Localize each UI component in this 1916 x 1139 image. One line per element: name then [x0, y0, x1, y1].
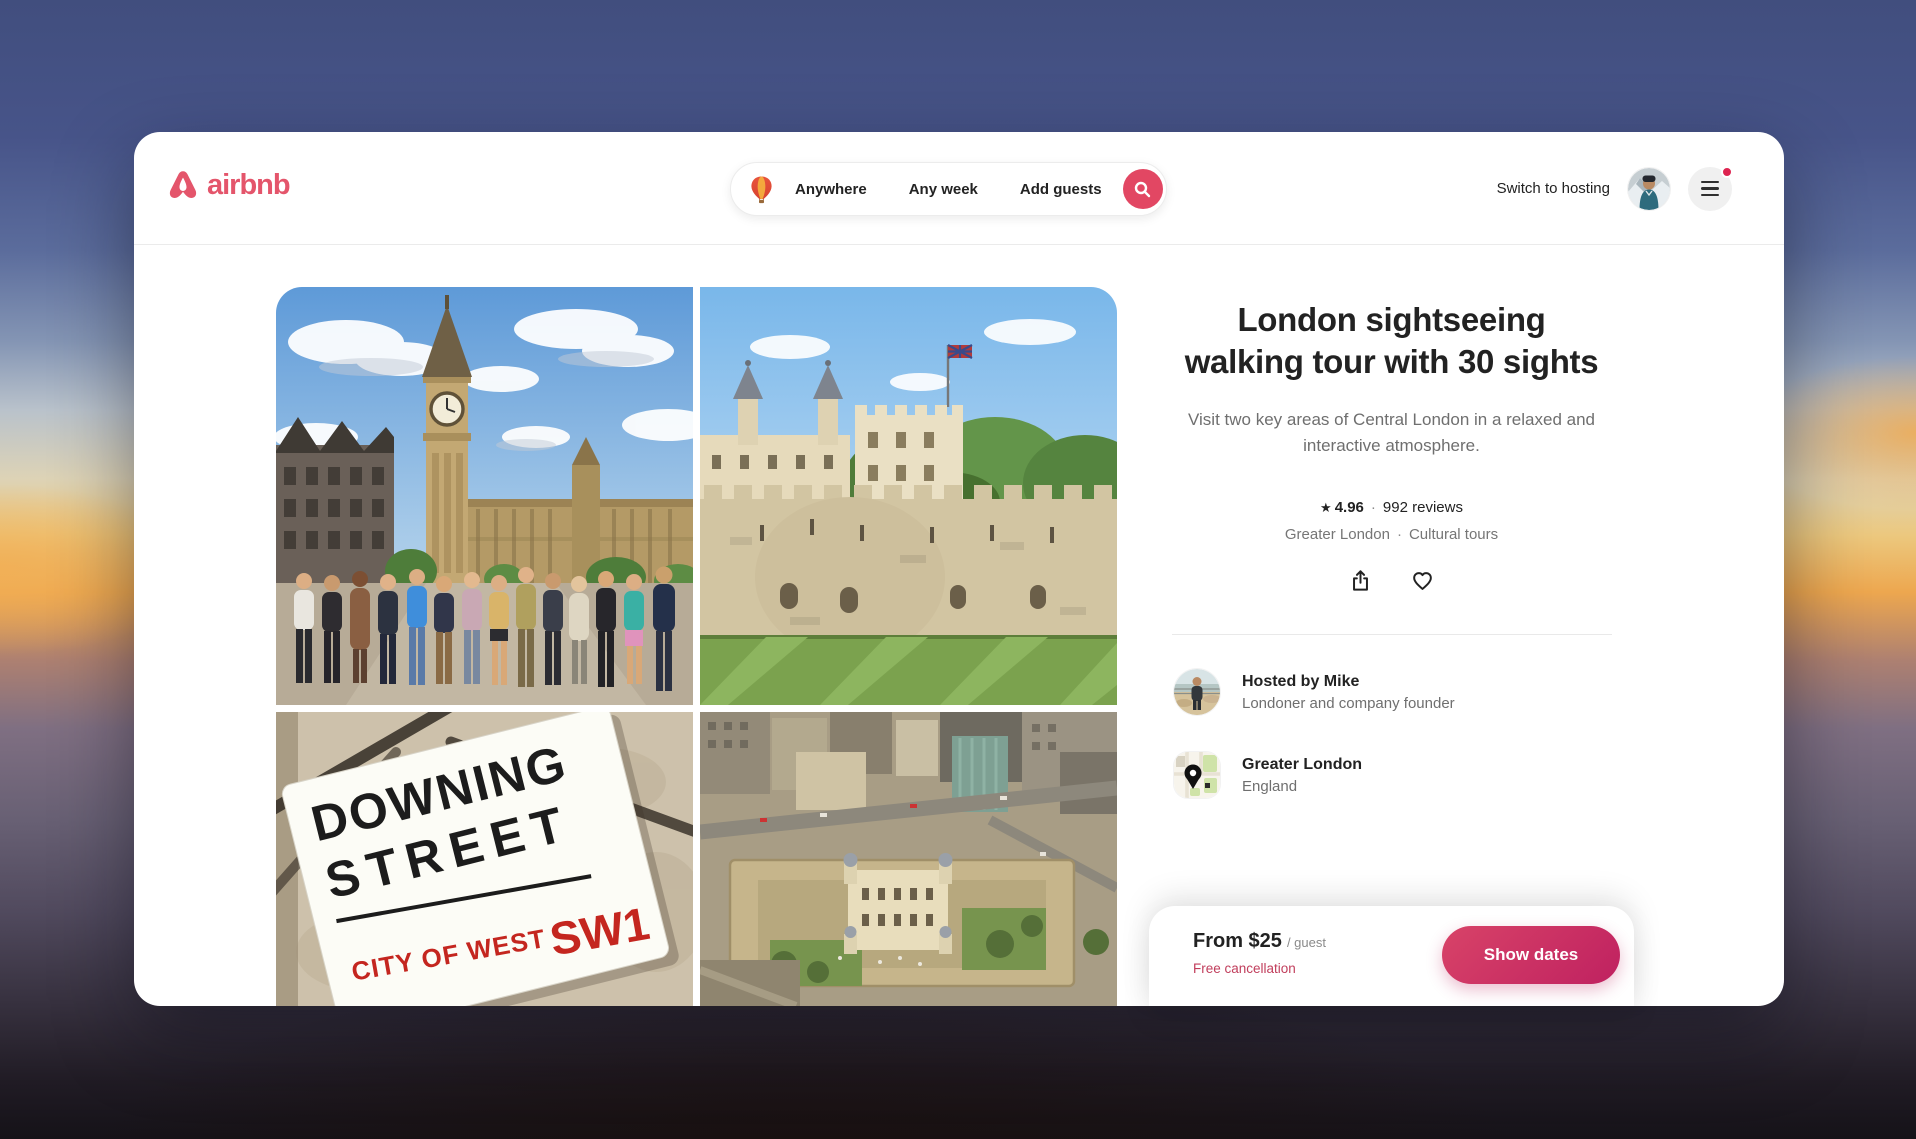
location-row[interactable]: Greater London England — [1174, 752, 1362, 798]
title-line-2: walking tour with 30 sights — [1184, 343, 1599, 380]
price-unit: / guest — [1286, 935, 1326, 950]
search-add-guests[interactable]: Add guests — [999, 181, 1123, 198]
airbnb-wordmark: airbnb — [207, 168, 291, 201]
rating-line: ★ 4.96 · 992 reviews — [1149, 499, 1634, 516]
balloon-icon — [749, 174, 774, 204]
listing-title: London sightseeing walking tour with 30 … — [1149, 299, 1634, 383]
photo-aerial-tower-of-london[interactable] — [700, 712, 1117, 1006]
price-block: From $25 / guest Free cancellation — [1193, 930, 1326, 976]
search-bar[interactable]: Anywhere Any week Add guests — [730, 162, 1167, 216]
search-any-week[interactable]: Any week — [888, 181, 999, 198]
notification-dot — [1721, 165, 1733, 178]
section-divider — [1172, 634, 1612, 635]
airbnb-logo[interactable]: airbnb — [166, 168, 291, 202]
meta-category[interactable]: Cultural tours — [1409, 526, 1498, 543]
site-header: airbnb Anywhere Any week Add guests Swit… — [134, 132, 1784, 245]
listing-details: London sightseeing walking tour with 30 … — [1149, 245, 1634, 1006]
booking-card: From $25 / guest Free cancellation Show d… — [1149, 906, 1634, 1006]
location-title: Greater London — [1242, 755, 1363, 773]
meta-area[interactable]: Greater London — [1285, 526, 1390, 543]
search-icon — [1134, 181, 1151, 197]
rating-value: 4.96 — [1334, 499, 1364, 516]
photo-gallery: DOWNING STREET CITY OF WEST SW1 — [276, 287, 1117, 1006]
airbnb-window: airbnb Anywhere Any week Add guests Swit… — [134, 132, 1784, 1006]
photo-tour-group-big-ben[interactable] — [276, 287, 693, 705]
host-subtitle: Londoner and company founder — [1242, 694, 1455, 712]
switch-to-hosting-link[interactable]: Switch to hosting — [1497, 180, 1610, 197]
photo-tower-of-london[interactable] — [700, 287, 1117, 705]
host-title: Hosted by Mike — [1242, 672, 1360, 690]
show-dates-button[interactable]: Show dates — [1442, 926, 1620, 984]
save-button[interactable] — [1410, 567, 1436, 593]
meta-line: Greater London · Cultural tours — [1149, 526, 1634, 543]
belo-logo-icon — [166, 168, 200, 202]
desktop-background: { "header": { "brand": "airbnb", "search… — [0, 0, 1916, 1139]
listing-description: Visit two key areas of Central London in… — [1188, 410, 1595, 455]
host-row[interactable]: Hosted by Mike Londoner and company foun… — [1174, 669, 1455, 715]
host-avatar[interactable] — [1174, 669, 1220, 715]
search-button[interactable] — [1122, 169, 1163, 209]
star-icon: ★ — [1320, 500, 1332, 515]
share-button[interactable] — [1348, 567, 1374, 593]
title-line-1: London sightseeing — [1237, 301, 1546, 338]
listing-actions — [1149, 567, 1634, 593]
meta-separator: · — [1396, 526, 1402, 543]
share-icon — [1353, 569, 1368, 591]
location-subtitle: England — [1242, 777, 1298, 795]
free-cancellation-link[interactable]: Free cancellation — [1193, 961, 1326, 976]
photo-downing-street-sign[interactable]: DOWNING STREET CITY OF WEST SW1 — [276, 712, 693, 1006]
user-avatar[interactable] — [1628, 167, 1670, 210]
rating-separator: · — [1370, 499, 1376, 516]
search-anywhere[interactable]: Anywhere — [774, 181, 888, 198]
map-icon — [1174, 752, 1220, 798]
price-text: From $25 — [1193, 930, 1282, 952]
heart-icon — [1413, 571, 1432, 590]
hamburger-icon — [1701, 180, 1719, 197]
menu-button[interactable] — [1688, 165, 1733, 211]
header-controls: Switch to hosting — [1497, 132, 1733, 245]
reviews-count[interactable]: 992 reviews — [1383, 499, 1463, 516]
